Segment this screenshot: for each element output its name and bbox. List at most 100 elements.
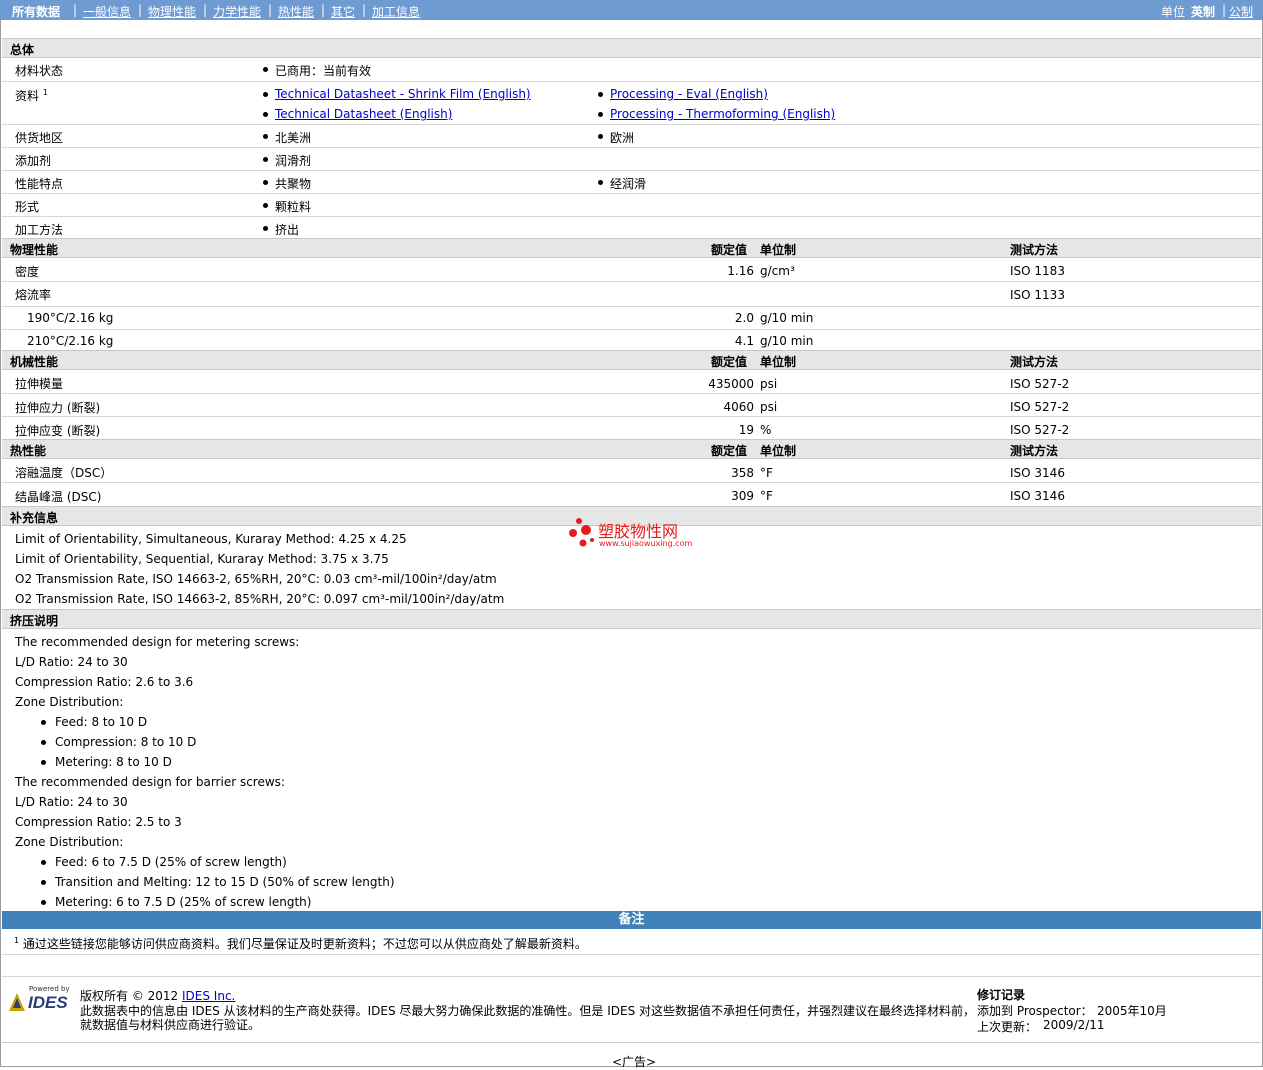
table-row: 结晶峰温 (DSC) 309 °F ISO 3146 — [2, 483, 1261, 505]
section-title: 物理性能 — [10, 243, 59, 257]
nav-separator: | — [362, 3, 367, 17]
property-value: 2.0 — [734, 311, 754, 325]
row-value: 颗粒料 — [275, 200, 312, 214]
section-extrusion-header: 挤压说明 — [2, 609, 1261, 629]
nav-all-data[interactable]: 所有数据 — [12, 3, 60, 20]
property-name: 溶融温度（DSC） — [15, 466, 113, 480]
nav-separator: | — [203, 3, 208, 17]
supplement-line: Limit of Orientability, Simultaneous, Ku… — [15, 532, 407, 546]
powered-by-label: Powered by — [29, 985, 70, 993]
unit-label: 单位 — [1161, 5, 1186, 19]
section-title: 补充信息 — [10, 511, 59, 525]
supplement-line: O2 Transmission Rate, ISO 14663-2, 65%RH… — [15, 572, 497, 586]
row-value: 欧洲 — [610, 131, 635, 145]
bullet — [263, 180, 268, 185]
col-header-method: 测试方法 — [1010, 444, 1059, 458]
unit-metric-option[interactable]: 公制 — [1229, 3, 1253, 20]
row-material-status: 材料状态 已商用：当前有效 — [2, 58, 1261, 82]
row-value: 润滑剂 — [275, 154, 312, 168]
doc-link-processing-eval[interactable]: Processing - Eval (English) — [610, 87, 768, 101]
row-label: 供货地区 — [15, 131, 64, 145]
bullet — [41, 900, 46, 905]
property-name: 拉伸应力 (断裂) — [15, 401, 101, 415]
section-physical-header: 物理性能 额定值 单位制 测试方法 — [2, 238, 1261, 258]
row-label: 性能特点 — [15, 177, 64, 191]
property-value: 19 — [738, 423, 754, 437]
extrusion-line: Feed: 8 to 10 D — [55, 715, 148, 729]
extrusion-line: Compression Ratio: 2.6 to 3.6 — [15, 675, 194, 689]
bullet — [41, 740, 46, 745]
ides-company-link[interactable]: IDES Inc. — [182, 989, 235, 1003]
nav-separator: | — [138, 3, 143, 17]
row-additive: 添加剂 润滑剂 — [2, 148, 1261, 171]
section-mechanical-header: 机械性能 额定值 单位制 测试方法 — [2, 350, 1261, 370]
table-row: 密度 1.16 g/cm³ ISO 1183 — [2, 259, 1261, 282]
nav-other[interactable]: 其它 — [331, 3, 355, 20]
doc-link-shrink-film[interactable]: Technical Datasheet - Shrink Film (Engli… — [275, 87, 531, 101]
table-row: 拉伸应变 (断裂) 19 % ISO 527-2 — [2, 417, 1261, 439]
extrusion-line: Feed: 6 to 7.5 D (25% of screw length) — [55, 855, 287, 869]
extrusion-line: Compression Ratio: 2.5 to 3 — [15, 815, 182, 829]
extrusion-line: Compression: 8 to 10 D — [55, 735, 197, 749]
test-method: ISO 527-2 — [1010, 377, 1070, 391]
bullet — [598, 180, 603, 185]
bullet — [263, 112, 268, 117]
updated-label: 上次更新： — [977, 1020, 1038, 1034]
row-value: 经润滑 — [610, 177, 647, 191]
watermark-dots-icon — [569, 518, 594, 547]
nav-separator: | — [73, 3, 78, 17]
test-method: ISO 527-2 — [1010, 423, 1070, 437]
property-value: 435000 — [708, 377, 754, 391]
nav-mechanical[interactable]: 力学性能 — [213, 3, 261, 20]
unit-english-option[interactable]: 英制 — [1191, 3, 1215, 20]
col-header-nominal: 额定值 — [711, 355, 748, 369]
footnote-marker: 1 — [42, 88, 48, 97]
section-title: 机械性能 — [10, 355, 59, 369]
nav-physical[interactable]: 物理性能 — [148, 3, 196, 20]
property-unit: % — [760, 423, 772, 437]
row-label: 材料状态 — [15, 64, 64, 78]
bullet — [263, 157, 268, 162]
footer-divider — [2, 1042, 1261, 1043]
property-unit: °F — [760, 466, 773, 480]
nav-separator: | — [268, 3, 273, 17]
test-method: ISO 1183 — [1010, 264, 1065, 278]
col-header-unit: 单位制 — [760, 444, 797, 458]
bullet — [41, 720, 46, 725]
watermark-logo: 塑胶物性网 www.sujiaowuxing.com — [568, 516, 708, 552]
extrusion-line: L/D Ratio: 24 to 30 — [15, 795, 128, 809]
supplement-line: Limit of Orientability, Sequential, Kura… — [15, 552, 389, 566]
updated-date: 2009/2/11 — [1043, 1018, 1105, 1032]
nav-general-info[interactable]: 一般信息 — [83, 3, 131, 20]
row-value: 已商用：当前有效 — [275, 64, 372, 78]
bullet — [41, 760, 46, 765]
property-value: 4060 — [723, 400, 754, 414]
row-label: 资料 1 — [15, 88, 48, 103]
ad-label: <广告> — [612, 1055, 657, 1069]
col-header-method: 测试方法 — [1010, 243, 1059, 257]
doc-link-thermoforming[interactable]: Processing - Thermoforming (English) — [610, 107, 835, 121]
added-label: 添加到 Prospector： — [977, 1004, 1093, 1018]
nav-thermal[interactable]: 热性能 — [278, 3, 314, 20]
extrusion-line: Transition and Melting: 12 to 15 D (50% … — [55, 875, 395, 889]
test-method: ISO 1133 — [1010, 288, 1065, 302]
property-name: 密度 — [15, 265, 40, 279]
property-value: 358 — [731, 466, 754, 480]
row-form: 形式 颗粒料 — [2, 194, 1261, 217]
doc-link-technical-datasheet[interactable]: Technical Datasheet (English) — [275, 107, 452, 121]
table-row: 拉伸应力 (断裂) 4060 psi ISO 527-2 — [2, 394, 1261, 417]
property-unit: psi — [760, 377, 778, 391]
row-documents: 资料 1 Technical Datasheet - Shrink Film (… — [2, 82, 1261, 125]
col-header-nominal: 额定值 — [711, 444, 748, 458]
revision-title: 修订记录 — [977, 988, 1026, 1002]
notes-row: 1 通过这些链接您能够访问供应商资料。我们尽量保证及时更新资料；不过您可以从供应… — [2, 930, 1261, 955]
extrusion-line: The recommended design for barrier screw… — [15, 775, 285, 789]
bullet — [598, 92, 603, 97]
table-row: 190°C/2.16 kg 2.0 g/10 min — [2, 307, 1261, 330]
property-name: 结晶峰温 (DSC) — [15, 490, 102, 504]
bullet — [263, 92, 268, 97]
bullet — [598, 112, 603, 117]
property-name: 拉伸应变 (断裂) — [15, 424, 101, 438]
spacer-row — [2, 955, 1261, 977]
nav-processing[interactable]: 加工信息 — [372, 3, 420, 20]
